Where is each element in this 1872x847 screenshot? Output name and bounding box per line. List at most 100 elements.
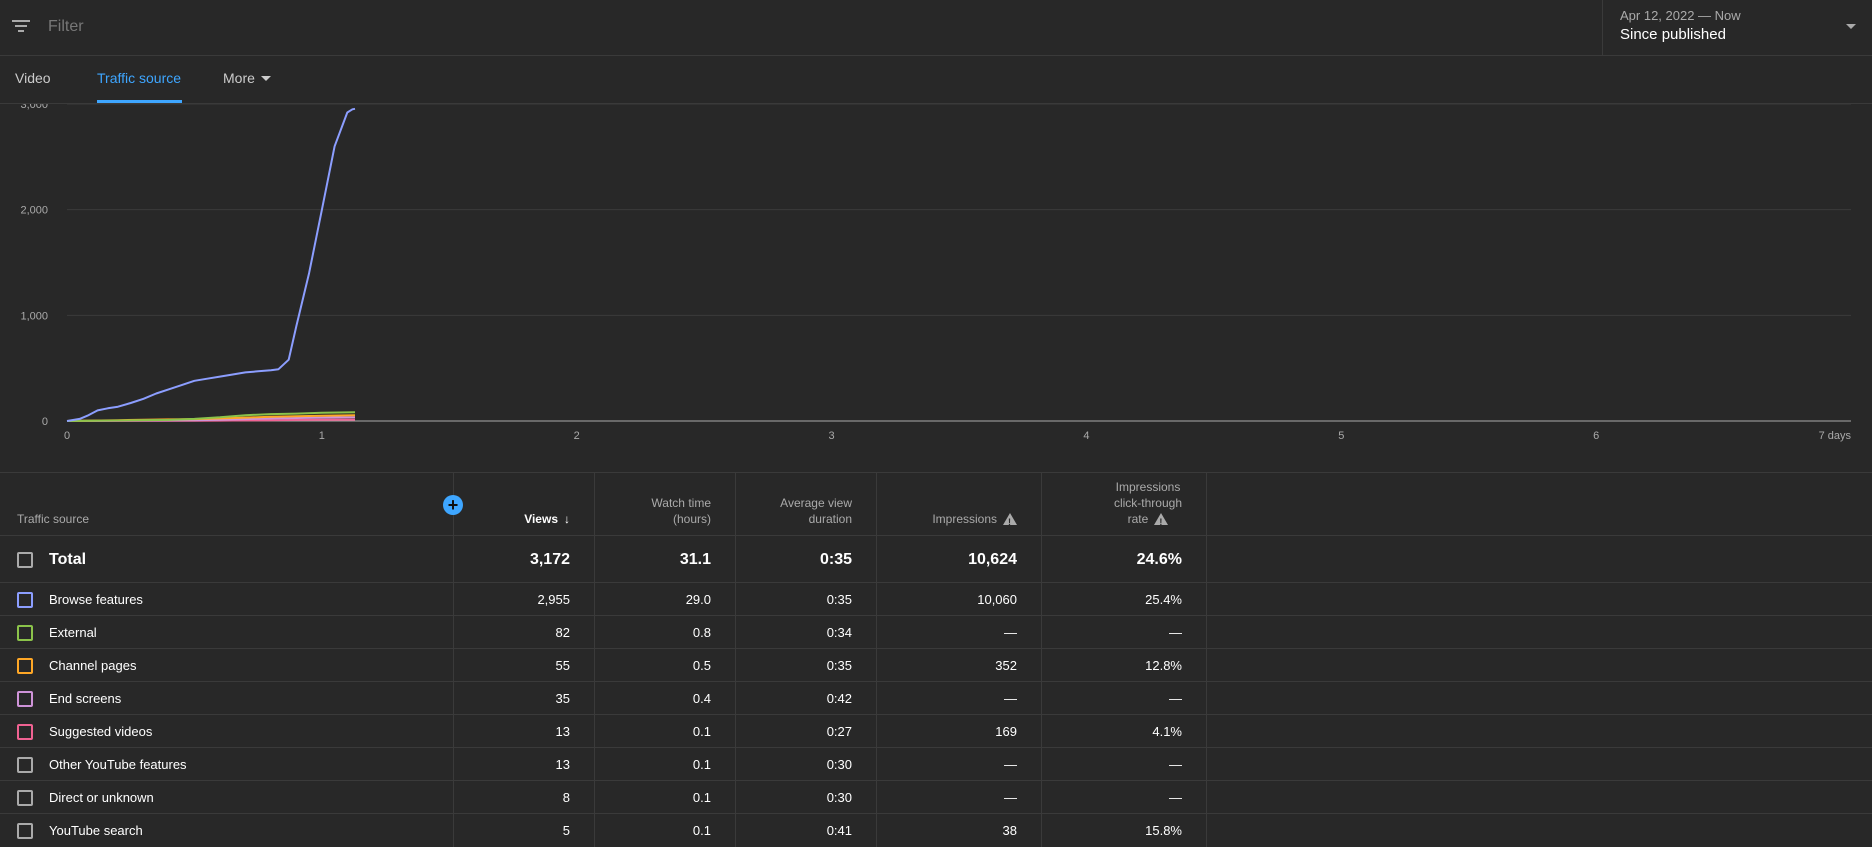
row-checkbox[interactable]	[17, 691, 33, 707]
header-views-label: Views ↓	[524, 511, 570, 527]
row-checkbox[interactable]	[17, 552, 33, 568]
header-views[interactable]: Views ↓	[453, 473, 594, 535]
cell-impressions: —	[1004, 757, 1017, 772]
tab-traffic-source[interactable]: Traffic source	[97, 70, 181, 86]
cell-views: 8	[562, 790, 570, 805]
tab-more[interactable]: More	[223, 70, 271, 86]
traffic-source-name[interactable]: Channel pages	[49, 658, 136, 673]
table-row[interactable]: Direct or unknown 8 0.1 0:30 — —	[0, 780, 1872, 813]
cell-ctr: 12.8%	[1145, 658, 1182, 673]
traffic-source-name[interactable]: End screens	[49, 691, 121, 706]
cell-views: 13	[555, 757, 570, 772]
cell-ctr: 24.6%	[1136, 551, 1182, 568]
header-impressions[interactable]: Impressions	[876, 473, 1041, 535]
cell-avg-duration: 0:35	[819, 551, 852, 568]
header-watch-time[interactable]: Watch time (hours)	[594, 473, 735, 535]
table-row[interactable]: Channel pages 55 0.5 0:35 352 12.8%	[0, 648, 1872, 681]
row-checkbox[interactable]	[17, 724, 33, 740]
cell-watch-time: 0.1	[692, 724, 711, 739]
cell-impressions: 38	[1002, 823, 1017, 838]
cell-impressions: —	[1004, 625, 1017, 640]
cell-views: 2,955	[537, 592, 570, 607]
table-row[interactable]: Browse features 2,955 29.0 0:35 10,060 25.4%	[0, 582, 1872, 615]
x-tick-label: 5	[1338, 430, 1344, 442]
row-checkbox[interactable]	[17, 757, 33, 773]
y-tick-label: 1,000	[20, 310, 48, 322]
traffic-source-name[interactable]: Other YouTube features	[49, 757, 187, 772]
cell-avg-duration: 0:30	[826, 790, 852, 805]
cell-ctr: —	[1169, 691, 1182, 706]
traffic-source-name[interactable]: Direct or unknown	[49, 790, 154, 805]
table-row[interactable]: Suggested videos 13 0.1 0:27 169 4.1%	[0, 714, 1872, 747]
cell-views: 5	[562, 823, 570, 838]
x-tick-label: 0	[64, 430, 70, 442]
header-watch-time-line2: (hours)	[672, 512, 711, 526]
cell-views: 3,172	[529, 551, 570, 568]
table-row[interactable]: YouTube search 5 0.1 0:41 38 15.8%	[0, 813, 1872, 846]
cell-watch-time: 29.0	[685, 592, 711, 607]
x-tick-label: 6	[1593, 430, 1599, 442]
traffic-source-table: Traffic source + Views ↓ Watch time (hours…	[0, 472, 1872, 847]
cell-ctr: —	[1169, 790, 1182, 805]
cell-watch-time: 31.1	[679, 551, 711, 568]
cell-avg-duration: 0:34	[826, 625, 852, 640]
cell-avg-duration: 0:27	[826, 724, 852, 739]
date-range-dropdown[interactable]: Apr 12, 2022 — Now Since published	[1602, 0, 1872, 56]
row-checkbox[interactable]	[17, 790, 33, 806]
traffic-source-name[interactable]: YouTube search	[49, 823, 143, 838]
cell-watch-time: 0.5	[692, 658, 711, 673]
active-tab-indicator	[97, 100, 182, 103]
header-ctr-line1: Impressions	[1115, 480, 1181, 494]
total-row[interactable]: Total 3,172 31.1 0:35 10,624 24.6%	[0, 535, 1872, 582]
x-tick-label: 3	[829, 430, 835, 442]
traffic-source-name[interactable]: Suggested videos	[49, 724, 152, 739]
header-impressions-ctr[interactable]: Impressions click-through rate	[1041, 473, 1206, 535]
x-tick-label: 2	[574, 430, 580, 442]
cell-views: 82	[555, 625, 570, 640]
filter-icon[interactable]	[12, 18, 30, 34]
line-chart: 0 1,000 2,000 3,000 0 1 2 3 4 5 6 7 days	[20, 104, 1852, 442]
traffic-chart: 0 1,000 2,000 3,000 0 1 2 3 4 5 6 7 days	[0, 104, 1872, 472]
table-row[interactable]: External 82 0.8 0:34 — —	[0, 615, 1872, 648]
date-range-dates: Apr 12, 2022 — Now	[1620, 8, 1741, 23]
traffic-source-name[interactable]: External	[49, 625, 97, 640]
header-avg-duration-line2: duration	[808, 512, 852, 526]
cell-impressions: 169	[995, 724, 1017, 739]
cell-watch-time: 0.1	[692, 757, 711, 772]
table-row[interactable]: End screens 35 0.4 0:42 — —	[0, 681, 1872, 714]
header-impressions-text: Impressions	[932, 512, 997, 526]
y-tick-label: 0	[42, 416, 48, 428]
cell-ctr: 15.8%	[1145, 823, 1182, 838]
cell-watch-time: 0.1	[692, 790, 711, 805]
cell-watch-time: 0.8	[692, 625, 711, 640]
cell-watch-time: 0.1	[692, 823, 711, 838]
traffic-source-name[interactable]: Browse features	[49, 592, 143, 607]
cell-impressions: —	[1004, 691, 1017, 706]
cell-avg-duration: 0:35	[826, 658, 852, 673]
x-tick-label: 7 days	[1819, 430, 1852, 442]
cell-views: 35	[555, 691, 570, 706]
row-checkbox[interactable]	[17, 592, 33, 608]
header-average-view-duration[interactable]: Average view duration	[735, 473, 876, 535]
table-row[interactable]: Other YouTube features 13 0.1 0:30 — —	[0, 747, 1872, 780]
row-checkbox[interactable]	[17, 625, 33, 641]
warning-icon[interactable]	[1154, 513, 1169, 530]
cell-impressions: —	[1004, 790, 1017, 805]
x-tick-label: 4	[1083, 430, 1089, 442]
cell-ctr: —	[1169, 757, 1182, 772]
filter-input[interactable]	[48, 14, 1548, 40]
header-ctr-line3: rate	[1127, 512, 1149, 526]
series-line	[66, 107, 356, 422]
caret-down-icon	[1846, 24, 1856, 29]
tab-video[interactable]: Video	[15, 70, 51, 86]
header-impressions-ctr-label: Impressions click-through rate	[1114, 479, 1182, 530]
cell-views: 55	[555, 658, 570, 673]
cell-watch-time: 0.4	[692, 691, 711, 706]
cell-avg-duration: 0:42	[826, 691, 852, 706]
cell-avg-duration: 0:41	[826, 823, 852, 838]
warning-icon[interactable]	[1003, 513, 1017, 530]
filter-bar: Apr 12, 2022 — Now Since published	[0, 0, 1872, 56]
row-checkbox[interactable]	[17, 823, 33, 839]
row-checkbox[interactable]	[17, 658, 33, 674]
header-watch-time-label: Watch time (hours)	[651, 495, 711, 527]
